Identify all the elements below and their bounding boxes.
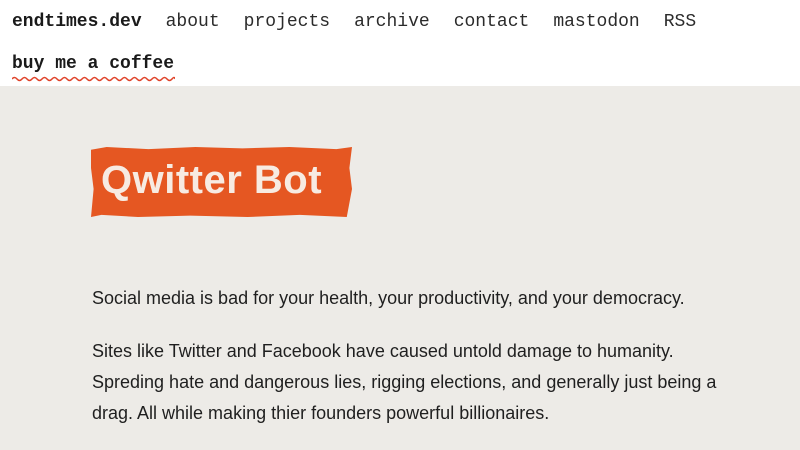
main-nav: endtimes.dev about projects archive cont… (12, 10, 720, 34)
nav-link-projects[interactable]: projects (244, 12, 330, 32)
nav-link-archive[interactable]: archive (354, 12, 430, 32)
squiggle-underline-icon (12, 76, 175, 82)
article-paragraph: Social media is bad for your health, you… (92, 288, 685, 308)
nav-link-rss[interactable]: RSS (664, 12, 696, 32)
site-brand-link[interactable]: endtimes.dev (12, 12, 142, 32)
article-paragraph: Sites like Twitter and Facebook have cau… (92, 341, 717, 423)
nav-link-mastodon[interactable]: mastodon (553, 12, 639, 32)
nav-link-contact[interactable]: contact (454, 12, 530, 32)
article-body: Social media is bad for your health, you… (92, 283, 722, 450)
nav-link-about[interactable]: about (166, 12, 220, 32)
page-title: Qwitter Bot (101, 158, 323, 202)
buy-coffee-link[interactable]: buy me a coffee (12, 54, 175, 82)
coffee-row: buy me a coffee (12, 54, 175, 82)
site-header: endtimes.dev about projects archive cont… (0, 0, 800, 86)
buy-coffee-label: buy me a coffee (12, 54, 175, 74)
